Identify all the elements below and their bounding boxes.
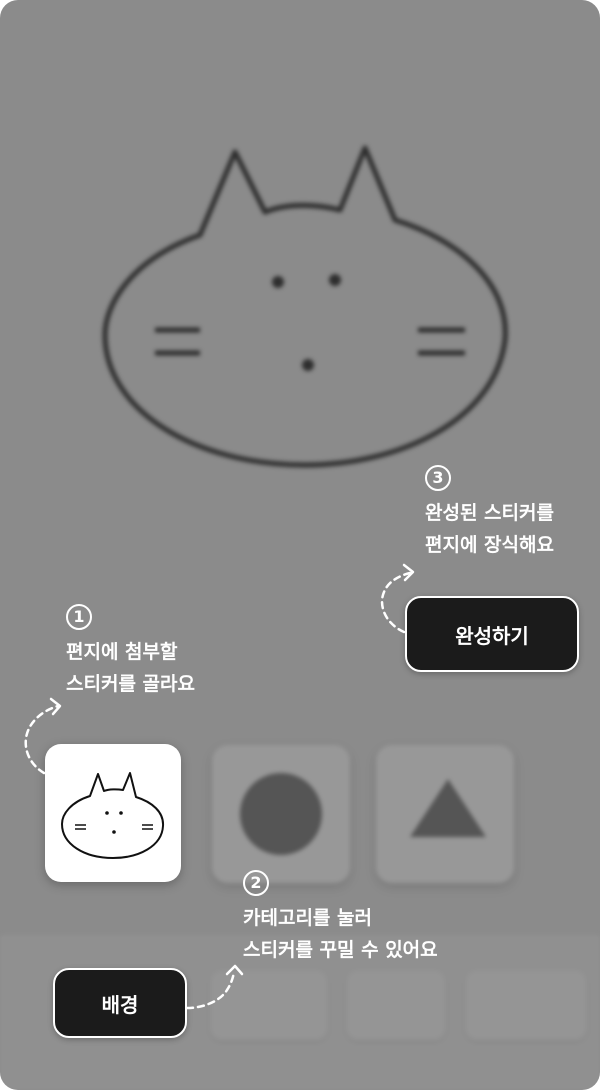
- background-category-button[interactable]: 배경: [53, 968, 187, 1038]
- guide-text-line: 완성된 스티커를: [425, 502, 554, 524]
- step-number-badge: 1: [66, 604, 92, 630]
- step-number-badge: 3: [425, 465, 451, 491]
- guide-text-line: 편지에 첨부할: [66, 641, 178, 663]
- tutorial-screen: 완성하기 배경 1 편지에 첨부할 스티커를 골라요 2 카테고리를 눌러 스티…: [0, 0, 600, 1090]
- guide-step-2: 2 카테고리를 눌러 스티커를 꾸밀 수 있어요: [243, 866, 438, 966]
- guide-text-line: 스티커를 꾸밀 수 있어요: [243, 939, 438, 961]
- guide-arrow-3-icon: [380, 563, 415, 634]
- cat-sticker-icon: [61, 772, 165, 859]
- complete-button[interactable]: 완성하기: [405, 596, 579, 672]
- guide-text-line: 스티커를 골라요: [66, 673, 195, 695]
- guide-text-line: 편지에 장식해요: [425, 534, 554, 556]
- guide-text-line: 카테고리를 눌러: [243, 907, 372, 929]
- guide-arrow-2-icon: [185, 964, 244, 1010]
- step-number-badge: 2: [243, 870, 269, 896]
- guide-step-3: 3 완성된 스티커를 편지에 장식해요: [425, 461, 554, 561]
- guide-step-1: 1 편지에 첨부할 스티커를 골라요: [66, 600, 195, 700]
- guide-arrow-1-icon: [24, 697, 62, 775]
